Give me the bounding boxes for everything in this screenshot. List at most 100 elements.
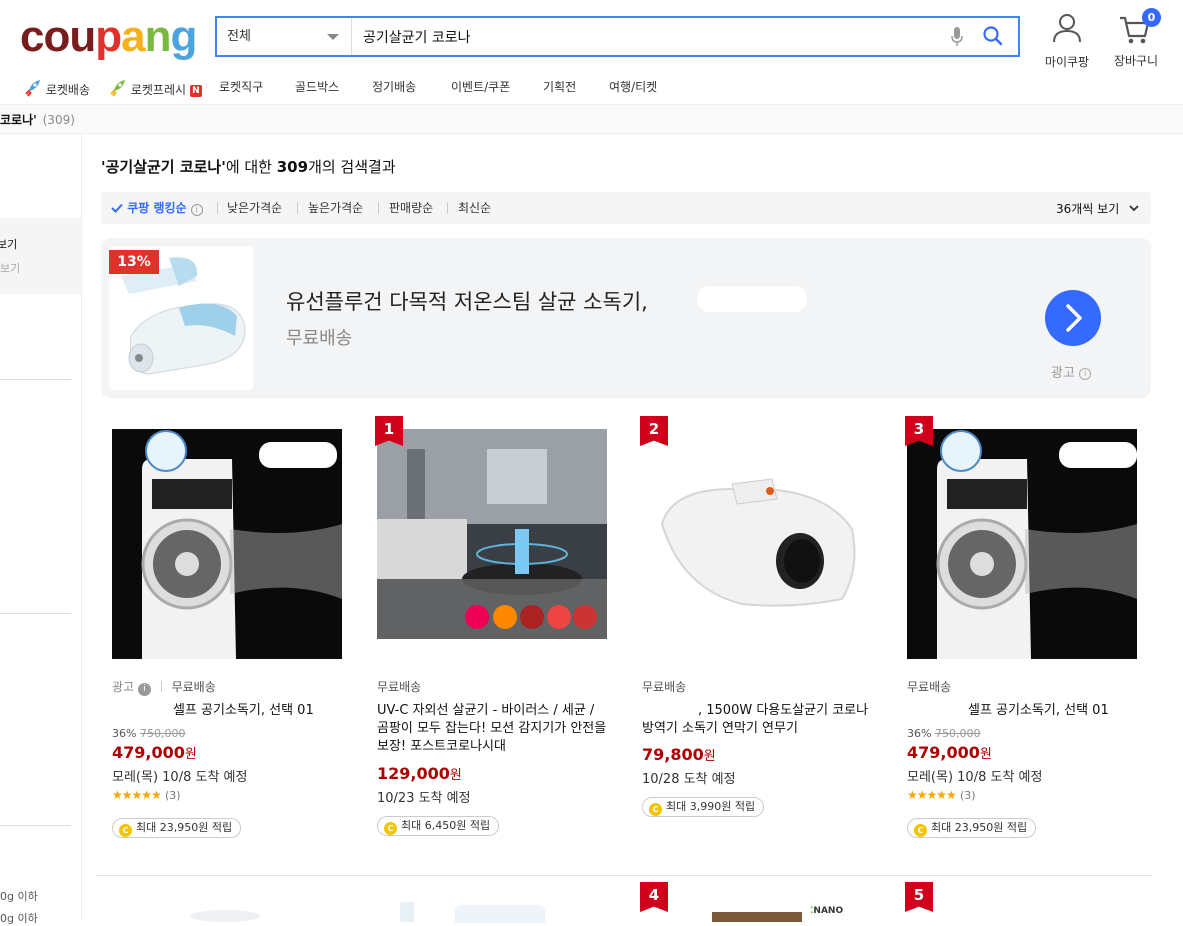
results-query: '공기살균기 코로나' (101, 158, 226, 176)
info-icon[interactable]: i (137, 683, 151, 696)
sidebar-divider (0, 379, 71, 380)
product-image[interactable] (712, 912, 802, 922)
category-select[interactable]: 전체 (217, 18, 352, 55)
microphone-icon[interactable] (950, 26, 964, 52)
sort-newest[interactable]: 최신순 (458, 192, 491, 224)
user-icon (1053, 14, 1081, 43)
nav-label: 로켓배송 (45, 83, 90, 97)
ad-label: 광고 i (1051, 362, 1092, 381)
logo-letter: u (69, 12, 96, 61)
product-image[interactable] (400, 902, 414, 922)
shipping-info: 광고 i 무료배송 (112, 678, 216, 696)
rank-badge: 5 (905, 882, 933, 912)
separator (160, 681, 162, 692)
coupang-logo[interactable]: coupang (20, 12, 197, 62)
product-image[interactable] (455, 905, 545, 923)
nav-label: 로켓프레시 (130, 83, 187, 97)
coin-icon: C (119, 824, 132, 837)
info-icon[interactable]: i (1079, 368, 1092, 380)
sidebar-divider (0, 613, 71, 614)
sidebar-item-1[interactable]: 보기 (0, 236, 17, 252)
nav-subscription[interactable]: 정기배송 (372, 78, 416, 96)
sidebar-item-label: 보기 (0, 238, 18, 251)
sort-separator (447, 202, 448, 214)
results-text: 에 대한 (225, 158, 277, 176)
price-currency: 원 (979, 747, 992, 762)
product-image[interactable] (377, 429, 607, 659)
sort-label: 쿠팡 랭킹순 (127, 201, 187, 215)
sort-sales[interactable]: 판매량순 (389, 192, 433, 224)
price-currency: 원 (184, 747, 197, 762)
sidebar-divider (0, 825, 71, 826)
nav-goldbox[interactable]: 골드박스 (295, 78, 339, 96)
review-count: (3) (164, 789, 181, 802)
new-badge: N (189, 85, 202, 97)
nav-plans[interactable]: 기획전 (543, 78, 576, 96)
sidebar-item-2[interactable]: 보기 (0, 260, 20, 276)
nav-rocket-delivery[interactable]: 로켓배송 (22, 78, 90, 97)
shipping-label: 무료배송 (171, 680, 216, 694)
arrival-info: 10/23 도착 예정 (377, 791, 471, 806)
discount-info: 36% 750,000 (112, 727, 185, 740)
discount-info: 36% 750,000 (907, 727, 980, 740)
review-count: (3) (959, 789, 976, 802)
shipping-label: 무료배송 (642, 680, 687, 694)
sort-separator (217, 202, 218, 214)
check-icon (111, 193, 123, 225)
sidebar-item-4[interactable]: 0g 이하 (0, 910, 38, 926)
redacted-text (697, 286, 807, 312)
price: 479,000원 (907, 743, 992, 762)
reward-badge: C 최대 6,450원 적립 (377, 816, 500, 836)
discount-rate: 36% (112, 727, 137, 740)
redacted-text (1059, 442, 1137, 468)
cart-count-badge: 0 (1142, 8, 1161, 27)
product-name[interactable]: , 1500W 다용도살균기 코로나 방역기 소독기 연막기 연무기 (642, 702, 874, 738)
row-divider (95, 875, 1153, 876)
price-currency: 원 (449, 768, 462, 783)
arrival-info: 모레(목) 10/8 도착 예정 (907, 770, 1043, 785)
nav-travel[interactable]: 여행/티켓 (609, 78, 657, 96)
product-image[interactable] (642, 429, 872, 659)
mypage-button[interactable]: 마이쿠팡 (1040, 12, 1094, 70)
original-price: 750,000 (139, 727, 186, 740)
product-name[interactable]: 셀프 공기소독기, 선택 01 (173, 702, 353, 720)
ad-banner[interactable]: 13% 유선플루건 다목적 저온스팀 살균 소독기, 무료배송 광고 i (101, 238, 1151, 398)
nav-events[interactable]: 이벤트/쿠폰 (451, 78, 510, 96)
reward-text: 최대 3,990원 적립 (666, 800, 756, 813)
sort-high-price[interactable]: 높은가격순 (308, 192, 363, 224)
star-rating: ★★★★★ (112, 788, 162, 802)
results-text: 개의 검색결과 (308, 158, 396, 176)
rank-badge: 4 (640, 882, 668, 912)
chevron-right-icon (1066, 304, 1082, 332)
category-select-value: 전체 (227, 29, 251, 44)
search-bar: 전체 (215, 16, 1020, 57)
rating: ★★★★★ (3) (907, 788, 976, 803)
nav-rocket-fresh[interactable]: 로켓프레시 N (107, 78, 202, 97)
info-icon[interactable]: i (190, 204, 203, 216)
cart-button[interactable]: 0 장바구니 (1108, 8, 1164, 69)
price-currency: 원 (703, 749, 716, 764)
logo-letter: o (43, 12, 70, 61)
shipping-label: 무료배송 (377, 680, 422, 694)
per-page-label: 36개씩 보기 (1056, 202, 1120, 216)
product-name[interactable]: 셀프 공기소독기, 선택 01 (968, 702, 1148, 720)
product-image[interactable] (190, 910, 260, 922)
reward-text: 최대 6,450원 적립 (401, 819, 491, 832)
chevron-down-icon (327, 34, 339, 40)
per-page-select[interactable]: 36개씩 보기 (1056, 192, 1139, 224)
product-name[interactable]: UV-C 자외선 살균기 - 바이러스 / 세균 / 곰팡이 모두 잡는다! 모… (377, 702, 609, 756)
arrival-info: 모레(목) 10/8 도착 예정 (112, 770, 248, 785)
search-input[interactable] (363, 18, 943, 55)
cart-label: 장바구니 (1113, 54, 1159, 68)
ad-banner-next-button[interactable] (1045, 290, 1101, 346)
price-value: 479,000 (907, 743, 980, 762)
price: 479,000원 (112, 743, 197, 762)
sidebar-item-3[interactable]: 0g 이하 (0, 888, 38, 904)
nav-rocket-direct[interactable]: 로켓직구 (219, 78, 263, 96)
chevron-down-icon (1129, 192, 1139, 224)
sort-ranking[interactable]: 쿠팡 랭킹순 i (111, 192, 203, 224)
price: 79,800원 (642, 745, 716, 764)
arrival-info: 10/28 도착 예정 (642, 772, 736, 787)
search-icon[interactable] (982, 25, 1004, 51)
sort-low-price[interactable]: 낮은가격순 (227, 192, 282, 224)
